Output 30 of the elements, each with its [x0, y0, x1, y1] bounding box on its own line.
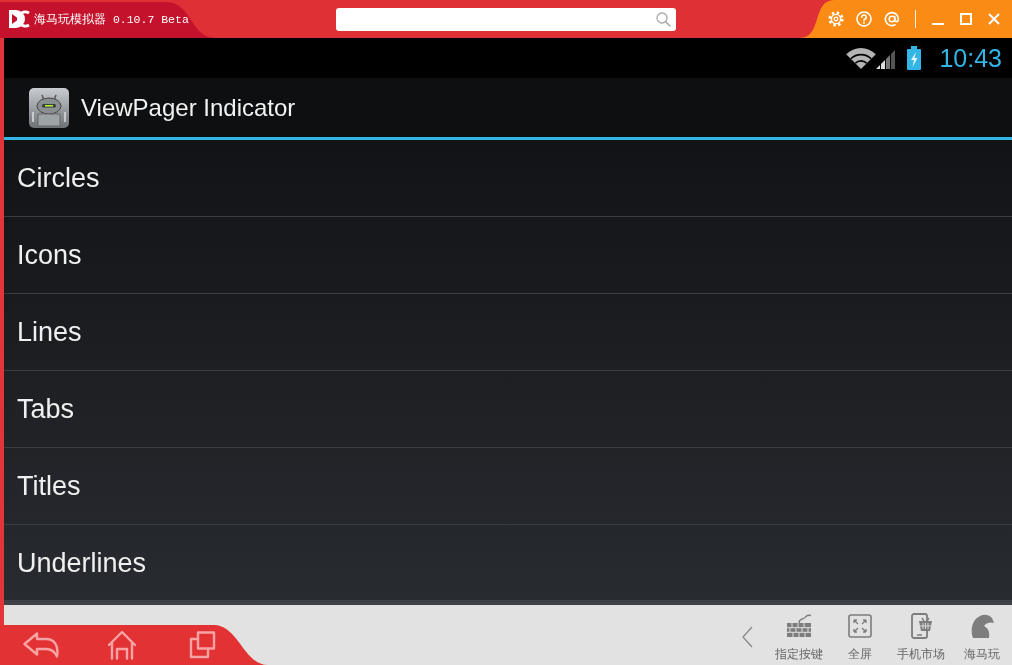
toolbar-button[interactable]: 海马玩 [951, 605, 1012, 665]
close-icon[interactable] [986, 11, 1002, 27]
search-field[interactable] [336, 7, 676, 31]
search-icon[interactable] [656, 11, 671, 27]
recent-apps-icon[interactable] [188, 631, 216, 659]
list-item[interactable]: Circles [17, 162, 100, 194]
clock: 10:43 [939, 45, 1002, 71]
toolbar-button[interactable]: 手机市场 [890, 605, 951, 665]
back-arrow-icon[interactable] [23, 632, 61, 658]
toolbar-button[interactable]: 全屏 [829, 605, 890, 665]
home-icon[interactable] [107, 630, 137, 660]
robot-app-icon [29, 87, 69, 128]
list-item[interactable]: Tabs [17, 393, 75, 425]
toolbar-button[interactable]: 指定按键 [768, 605, 829, 665]
settings-icon[interactable] [828, 11, 844, 27]
fullscreen-icon[interactable] [846, 613, 873, 639]
list-item[interactable]: Titles [17, 470, 81, 502]
wifi-icon [846, 46, 877, 70]
battery-charging-icon [906, 46, 923, 70]
maximize-icon[interactable] [958, 11, 974, 27]
help-icon[interactable] [856, 11, 872, 27]
logo-icon [8, 8, 30, 30]
keyboard-icon[interactable] [785, 613, 812, 639]
chevron-left-icon[interactable] [741, 626, 753, 648]
list-item[interactable]: Icons [17, 239, 82, 271]
app-title: ViewPager Indicator [81, 93, 296, 122]
at-sign-icon[interactable] [884, 11, 900, 27]
list-item[interactable]: Lines [17, 316, 82, 348]
list-item[interactable]: Underlines [17, 547, 147, 579]
window-title: 海马玩模拟器 0.10.7 Beta [34, 11, 189, 27]
